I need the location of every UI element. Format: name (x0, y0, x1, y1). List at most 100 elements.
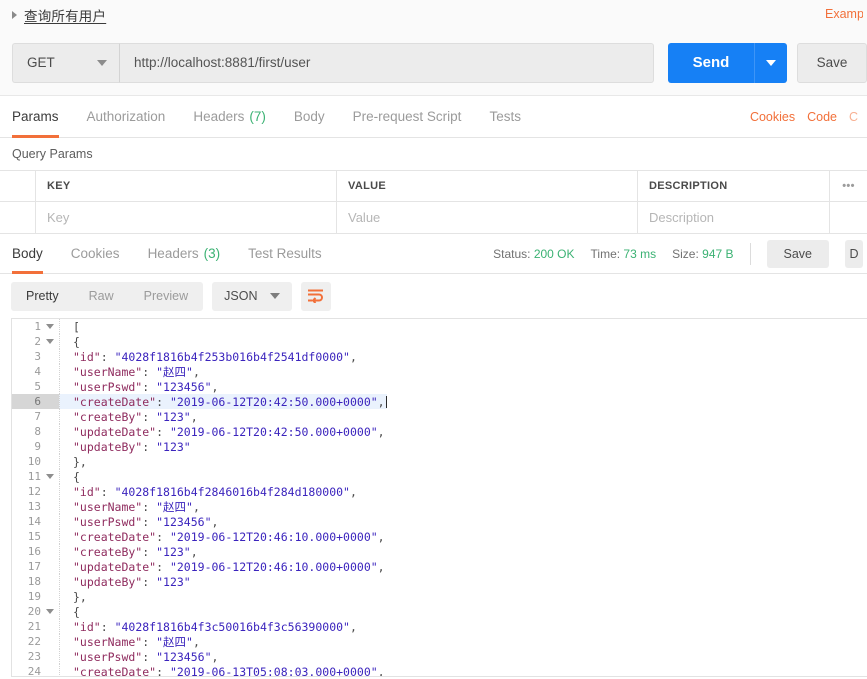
line-number: 14 (27, 515, 41, 528)
line-number: 12 (27, 485, 41, 498)
time-label: Time: (590, 246, 621, 261)
fold-triangle-icon[interactable] (46, 474, 54, 479)
response-view-switcher: Pretty Raw Preview (11, 281, 204, 311)
status-badge: Status: 200 OK (493, 247, 574, 261)
code-line[interactable]: 10 }, (12, 454, 387, 469)
code-line[interactable]: 23 "userPswd": "123456", (12, 649, 387, 664)
url-input[interactable]: http://localhost:8881/first/user (120, 42, 654, 83)
divider (749, 242, 751, 265)
row-checkbox-cell[interactable] (0, 202, 36, 233)
code-line[interactable]: 9 "updateBy": "123" (12, 439, 387, 454)
line-number: 17 (27, 560, 41, 573)
code-text: "createDate": "2019-06-12T20:42:50.000+0… (59, 394, 387, 409)
code-line[interactable]: 4 "userName": "赵四", (12, 364, 387, 379)
tab-label: Authorization (86, 109, 166, 124)
line-number: 13 (27, 500, 41, 513)
code-text: "createBy": "123", (59, 409, 387, 424)
code-line[interactable]: 11 { (12, 469, 387, 484)
code-line[interactable]: 12 "id": "4028f1816b4f2846016b4f284d1800… (12, 484, 387, 499)
code-line[interactable]: 17 "updateDate": "2019-06-12T20:46:10.00… (12, 559, 387, 574)
size-badge: Size: 947 B (672, 247, 733, 261)
http-method-select[interactable]: GET (12, 42, 120, 83)
line-number: 3 (34, 350, 41, 363)
response-tab-test-results[interactable]: Test Results (234, 234, 336, 273)
send-options-button[interactable] (754, 42, 787, 83)
code-line[interactable]: 7 "createBy": "123", (12, 409, 387, 424)
tab-pre-request-script[interactable]: Pre-request Script (339, 96, 476, 137)
tab-label: Body (12, 246, 43, 261)
tab-headers[interactable]: Headers (7) (179, 96, 280, 137)
code-text: "userName": "赵四", (59, 364, 387, 379)
code-link[interactable]: Code (807, 110, 837, 124)
code-line[interactable]: 14 "userPswd": "123456", (12, 514, 387, 529)
examples-link[interactable]: Examples (825, 7, 863, 21)
cookies-link[interactable]: Cookies (750, 110, 795, 124)
code-line[interactable]: 20 { (12, 604, 387, 619)
tab-count-badge: (3) (203, 246, 221, 261)
size-label: Size: (672, 246, 699, 261)
header-key: KEY (36, 171, 337, 201)
fold-triangle-icon[interactable] (46, 339, 54, 344)
code-line[interactable]: 2 { (12, 334, 387, 349)
code-line[interactable]: 1[ (12, 319, 387, 334)
view-preview[interactable]: Preview (129, 282, 203, 311)
bulk-edit-more-icon[interactable]: ••• (830, 171, 867, 201)
code-line[interactable]: 3 "id": "4028f1816b4f253b016b4f2541df000… (12, 349, 387, 364)
fold-triangle-icon[interactable] (46, 609, 54, 614)
code-line[interactable]: 8 "updateDate": "2019-06-12T20:42:50.000… (12, 424, 387, 439)
tab-tests[interactable]: Tests (475, 96, 535, 137)
code-line[interactable]: 22 "userName": "赵四", (12, 634, 387, 649)
tab-params[interactable]: Params (0, 96, 73, 138)
response-tab-body[interactable]: Body (0, 234, 57, 274)
param-value-input[interactable]: Value (337, 202, 638, 233)
line-number: 20 (12, 604, 59, 619)
code-text: "createDate": "2019-06-12T20:46:10.000+0… (59, 529, 387, 544)
param-key-input[interactable]: Key (36, 202, 337, 233)
code-text: "userPswd": "123456", (59, 379, 387, 394)
code-line[interactable]: 18 "updateBy": "123" (12, 574, 387, 589)
tab-label: Headers (193, 109, 245, 124)
word-wrap-toggle[interactable] (301, 281, 332, 311)
download-response-button[interactable]: D (845, 239, 863, 268)
response-tab-headers[interactable]: Headers (3) (134, 234, 235, 273)
disclosure-triangle-icon[interactable] (12, 11, 17, 19)
tab-authorization[interactable]: Authorization (73, 96, 180, 137)
code-text: "createBy": "123", (59, 544, 387, 559)
tab-body[interactable]: Body (280, 96, 339, 137)
code-line[interactable]: 6 "createDate": "2019-06-12T20:42:50.000… (12, 394, 387, 409)
line-number: 24 (27, 665, 41, 677)
param-description-input[interactable]: Description (638, 202, 830, 233)
query-params-table: KEY VALUE DESCRIPTION ••• Key Value Desc… (0, 170, 867, 234)
code-line[interactable]: 19 }, (12, 589, 387, 604)
code-line[interactable]: 24 "createDate": "2019-06-13T05:08:03.00… (12, 664, 387, 677)
line-number: 19 (27, 590, 41, 603)
save-response-button[interactable]: Save (766, 239, 829, 268)
send-button[interactable]: Send (668, 42, 754, 83)
text-cursor (385, 395, 387, 408)
code-line[interactable]: 5 "userPswd": "123456", (12, 379, 387, 394)
view-raw[interactable]: Raw (74, 282, 129, 311)
view-pretty[interactable]: Pretty (11, 282, 74, 311)
status-value: 200 OK (533, 246, 575, 261)
code-line[interactable]: 16 "createBy": "123", (12, 544, 387, 559)
response-body-viewer[interactable]: 1[2 {3 "id": "4028f1816b4f253b016b4f2541… (11, 318, 867, 677)
line-number: 9 (34, 440, 41, 453)
code-line[interactable]: 21 "id": "4028f1816b4f3c50016b4f3c563900… (12, 619, 387, 634)
response-format-select[interactable]: JSON (212, 281, 293, 311)
code-text: "updateBy": "123" (59, 574, 387, 589)
time-value: 73 ms (623, 246, 657, 261)
response-meta: Status: 200 OK Time: 73 ms Size: 947 B S… (493, 234, 867, 273)
code-text: }, (59, 454, 387, 469)
tab-label: Tests (489, 109, 521, 124)
line-number: 6 (12, 394, 59, 409)
comments-link[interactable]: C (849, 110, 863, 124)
code-line[interactable]: 15 "createDate": "2019-06-12T20:46:10.00… (12, 529, 387, 544)
request-title[interactable]: 查询所有用户 (24, 5, 106, 25)
save-request-button[interactable]: Save (797, 42, 867, 83)
fold-triangle-icon[interactable] (46, 324, 54, 329)
code-line[interactable]: 13 "userName": "赵四", (12, 499, 387, 514)
response-tab-cookies[interactable]: Cookies (57, 234, 134, 273)
line-number: 21 (27, 620, 41, 633)
chevron-down-icon (766, 59, 776, 66)
line-number: 11 (12, 469, 59, 484)
